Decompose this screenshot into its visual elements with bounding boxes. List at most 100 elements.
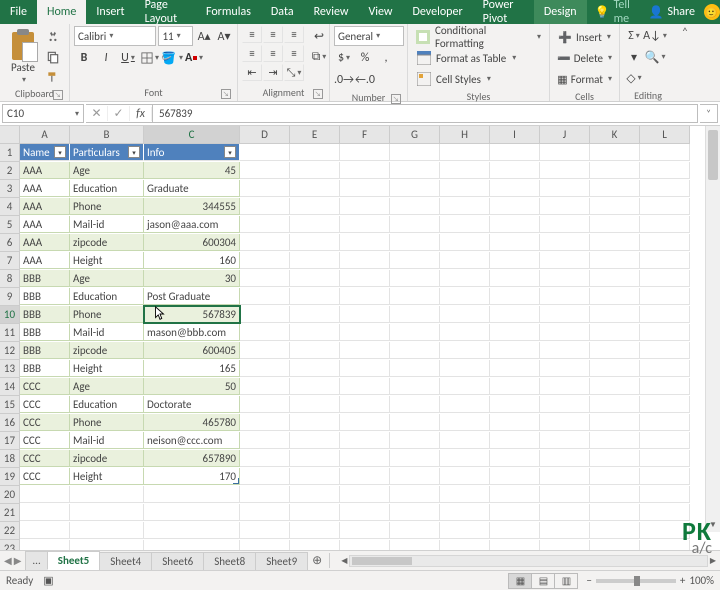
table-cell[interactable]: AAA: [20, 162, 70, 179]
tab-home[interactable]: Home: [37, 0, 86, 24]
decrease-font-size-button[interactable]: A▾: [215, 26, 233, 46]
empty-cell[interactable]: [440, 522, 490, 539]
empty-cell[interactable]: [290, 198, 340, 215]
format-cells-button[interactable]: ▦Format▾: [554, 69, 615, 89]
empty-cell[interactable]: [290, 414, 340, 431]
empty-cell[interactable]: [490, 216, 540, 233]
sheet-tab[interactable]: Sheet4: [99, 552, 152, 570]
empty-cell[interactable]: [240, 360, 290, 377]
table-cell[interactable]: AAA: [20, 180, 70, 197]
macro-record-icon[interactable]: ▣: [43, 574, 53, 587]
empty-cell[interactable]: [640, 450, 690, 467]
empty-cell[interactable]: [340, 252, 390, 269]
filter-dropdown-icon[interactable]: ▾: [54, 146, 66, 158]
sheet-nav-next[interactable]: ▶: [14, 554, 22, 567]
table-cell[interactable]: CCC: [20, 432, 70, 449]
empty-cell[interactable]: [240, 324, 290, 341]
empty-cell[interactable]: [590, 432, 640, 449]
empty-cell[interactable]: [340, 450, 390, 467]
empty-cell[interactable]: [240, 522, 290, 539]
row-header[interactable]: 20: [0, 486, 20, 504]
table-cell[interactable]: BBB: [20, 360, 70, 377]
table-header-cell[interactable]: Particulars▾: [70, 144, 144, 161]
empty-cell[interactable]: [540, 198, 590, 215]
align-bottom-button[interactable]: ≡: [284, 26, 304, 43]
table-header-cell[interactable]: Name▾: [20, 144, 70, 161]
underline-button[interactable]: U▾: [118, 48, 138, 68]
empty-cell[interactable]: [590, 504, 640, 521]
scrollbar-thumb[interactable]: [708, 130, 718, 180]
empty-cell[interactable]: [540, 270, 590, 287]
empty-cell[interactable]: [640, 342, 690, 359]
row-header[interactable]: 19: [0, 468, 20, 486]
row-header[interactable]: 9: [0, 288, 20, 306]
delete-cells-button[interactable]: ➖Delete▾: [554, 48, 615, 68]
empty-cell[interactable]: [590, 324, 640, 341]
new-sheet-button[interactable]: ⊕: [307, 551, 327, 570]
empty-cell[interactable]: [340, 324, 390, 341]
empty-cell[interactable]: [240, 378, 290, 395]
increase-decimal-button[interactable]: .0→: [334, 70, 354, 90]
empty-cell[interactable]: [590, 234, 640, 251]
table-cell[interactable]: AAA: [20, 216, 70, 233]
table-cell[interactable]: Education: [70, 396, 144, 413]
merge-center-button[interactable]: ⧉▾: [308, 47, 330, 67]
empty-cell[interactable]: [70, 522, 144, 539]
table-cell[interactable]: jason@aaa.com: [144, 216, 240, 233]
table-cell[interactable]: 465780: [144, 414, 240, 431]
empty-cell[interactable]: [290, 144, 340, 161]
enter-formula-button[interactable]: ✓: [108, 106, 130, 121]
table-cell[interactable]: Education: [70, 180, 144, 197]
empty-cell[interactable]: [340, 306, 390, 323]
empty-cell[interactable]: [640, 144, 690, 161]
empty-cell[interactable]: [590, 486, 640, 503]
empty-cell[interactable]: [490, 270, 540, 287]
row-header[interactable]: 16: [0, 414, 20, 432]
empty-cell[interactable]: [640, 252, 690, 269]
empty-cell[interactable]: [440, 378, 490, 395]
table-cell[interactable]: zipcode: [70, 342, 144, 359]
empty-cell[interactable]: [390, 306, 440, 323]
align-center-button[interactable]: ≡: [263, 45, 283, 62]
empty-cell[interactable]: [390, 468, 440, 485]
empty-cell[interactable]: [440, 180, 490, 197]
sheet-tab[interactable]: Sheet8: [203, 552, 256, 570]
empty-cell[interactable]: [490, 396, 540, 413]
empty-cell[interactable]: [290, 252, 340, 269]
empty-cell[interactable]: [440, 414, 490, 431]
table-cell[interactable]: 170: [144, 468, 240, 485]
empty-cell[interactable]: [340, 342, 390, 359]
empty-cell[interactable]: [540, 180, 590, 197]
decrease-indent-button[interactable]: ⇤: [242, 64, 262, 81]
paste-button[interactable]: Paste ▾: [4, 26, 42, 86]
empty-cell[interactable]: [240, 252, 290, 269]
empty-cell[interactable]: [490, 522, 540, 539]
empty-cell[interactable]: [640, 180, 690, 197]
empty-cell[interactable]: [640, 522, 690, 539]
empty-cell[interactable]: [70, 504, 144, 521]
tell-me-search[interactable]: 💡 Tell me: [587, 0, 641, 24]
empty-cell[interactable]: [240, 198, 290, 215]
tab-developer[interactable]: Developer: [403, 0, 473, 24]
hscroll-thumb[interactable]: [352, 557, 412, 565]
table-cell[interactable]: Doctorate: [144, 396, 240, 413]
empty-cell[interactable]: [590, 414, 640, 431]
row-header[interactable]: 14: [0, 378, 20, 396]
sheet-tab[interactable]: Sheet5: [47, 551, 101, 570]
empty-cell[interactable]: [440, 234, 490, 251]
empty-cell[interactable]: [440, 144, 490, 161]
empty-cell[interactable]: [144, 504, 240, 521]
empty-cell[interactable]: [440, 486, 490, 503]
share-button[interactable]: 👤 Share: [640, 0, 703, 24]
page-break-view-button[interactable]: ▥: [554, 573, 578, 589]
empty-cell[interactable]: [240, 144, 290, 161]
empty-cell[interactable]: [540, 504, 590, 521]
empty-cell[interactable]: [290, 342, 340, 359]
table-cell[interactable]: CCC: [20, 468, 70, 485]
empty-cell[interactable]: [540, 360, 590, 377]
empty-cell[interactable]: [340, 378, 390, 395]
empty-cell[interactable]: [290, 180, 340, 197]
empty-cell[interactable]: [390, 486, 440, 503]
empty-cell[interactable]: [390, 432, 440, 449]
empty-cell[interactable]: [440, 450, 490, 467]
